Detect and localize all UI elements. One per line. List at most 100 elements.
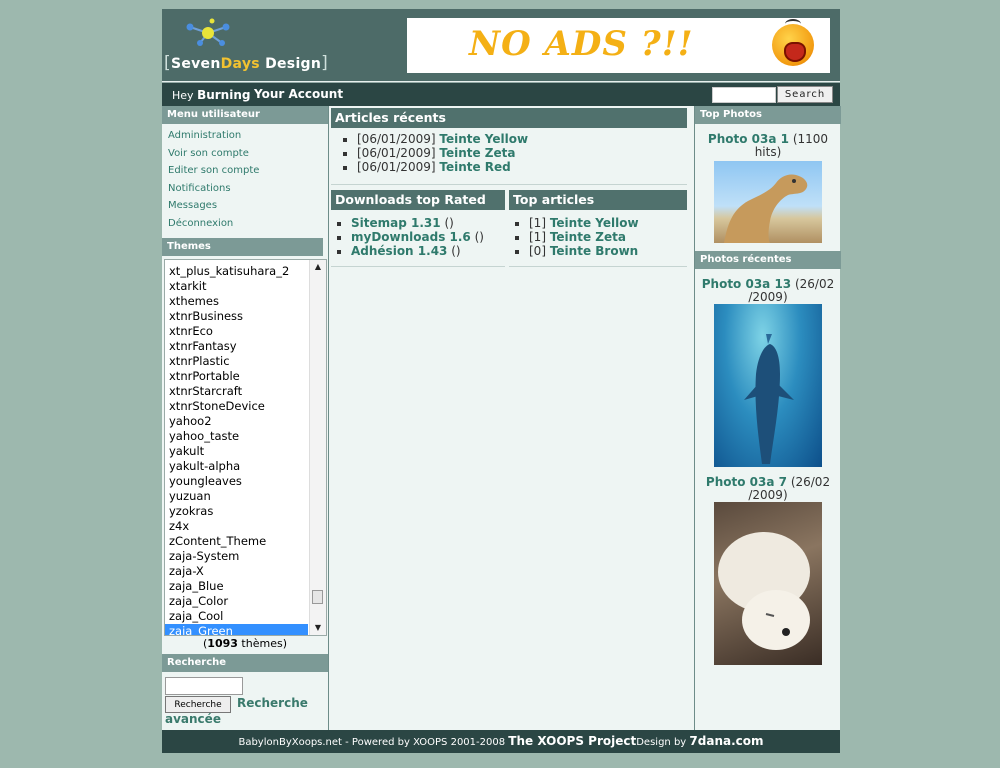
- list-item: [0] Teinte Brown: [529, 244, 687, 258]
- top-photos-title: Top Photos: [695, 106, 841, 124]
- dolphin-image: [744, 334, 794, 464]
- article-link[interactable]: Teinte Zeta: [550, 230, 626, 244]
- user-menu-title: Menu utilisateur: [162, 106, 328, 124]
- theme-option[interactable]: zContent_Theme: [165, 534, 308, 549]
- theme-option[interactable]: xtnrEco: [165, 324, 308, 339]
- user-menu: Administration Voir son compte Editer so…: [162, 124, 328, 235]
- menu-item-messages[interactable]: Messages: [168, 197, 328, 215]
- theme-option[interactable]: zaja_Cool: [165, 609, 308, 624]
- download-link[interactable]: Sitemap 1.31: [351, 216, 441, 230]
- theme-option[interactable]: xtnrStoneDevice: [165, 399, 308, 414]
- photo-caption: Photo 03a 13 (26/02 /2009): [701, 277, 835, 304]
- themes-listbox[interactable]: xt_plus_katisuhara_2 xtarkit xthemes xtn…: [164, 259, 327, 636]
- download-link[interactable]: Adhésion 1.43: [351, 244, 447, 258]
- scrollbar-thumb[interactable]: [312, 590, 323, 604]
- photo-caption: Photo 03a 1 (1100 hits): [707, 132, 829, 159]
- theme-option[interactable]: xtnrPortable: [165, 369, 308, 384]
- article-link[interactable]: Teinte Red: [439, 160, 510, 174]
- site-logo[interactable]: [SevenDays Design]: [164, 18, 344, 75]
- themes-scrollbar[interactable]: ▲ ▼: [309, 260, 326, 635]
- camel-image: [724, 174, 808, 243]
- center-column: Articles récents [06/01/2009] Teinte Yel…: [329, 106, 694, 730]
- photo-caption: Photo 03a 7 (26/02 /2009): [705, 475, 831, 502]
- themes-count: (1093 thèmes): [203, 637, 287, 650]
- theme-option[interactable]: xtnrPlastic: [165, 354, 308, 369]
- logo-text: [SevenDays Design]: [164, 53, 329, 73]
- theme-option[interactable]: xtnrFantasy: [165, 339, 308, 354]
- your-account-link[interactable]: Your Account: [254, 87, 343, 101]
- menu-item-administration[interactable]: Administration: [168, 127, 328, 145]
- search-input[interactable]: [165, 677, 243, 695]
- list-item: [1] Teinte Zeta: [529, 230, 687, 244]
- list-item: [06/01/2009] Teinte Red: [357, 160, 687, 174]
- list-item: [1] Teinte Yellow: [529, 216, 687, 230]
- top-articles-list: [1] Teinte Yellow [1] Teinte Zeta [0] Te…: [509, 216, 687, 258]
- theme-option[interactable]: zaja-X: [165, 564, 308, 579]
- dolphin-photo[interactable]: [714, 304, 822, 467]
- menu-item-notifications[interactable]: Notifications: [168, 180, 328, 198]
- search-button[interactable]: Recherche: [165, 696, 231, 713]
- ad-banner[interactable]: NO ADS ?!!: [407, 18, 830, 73]
- theme-option[interactable]: yzokras: [165, 504, 308, 519]
- download-link[interactable]: myDownloads 1.6: [351, 230, 471, 244]
- top-articles-block: Top articles [1] Teinte Yellow [1] Teint…: [509, 190, 687, 267]
- menu-item-edit-account[interactable]: Editer son compte: [168, 162, 328, 180]
- list-item: Sitemap 1.31 (): [351, 216, 505, 230]
- recent-articles-block: Articles récents [06/01/2009] Teinte Yel…: [331, 108, 687, 185]
- photo-link[interactable]: Photo 03a 13: [702, 277, 791, 291]
- theme-option[interactable]: yahoo_taste: [165, 429, 308, 444]
- top-search-button[interactable]: Search: [777, 86, 833, 103]
- theme-option[interactable]: youngleaves: [165, 474, 308, 489]
- menu-item-logout[interactable]: Déconnexion: [168, 215, 328, 233]
- theme-option[interactable]: zaja-System: [165, 549, 308, 564]
- themes-list: xt_plus_katisuhara_2 xtarkit xthemes xtn…: [165, 264, 308, 635]
- downloads-top-rated-block: Downloads top Rated Sitemap 1.31 () myDo…: [331, 190, 505, 267]
- top-search-input[interactable]: [712, 87, 776, 103]
- designer-link[interactable]: 7dana.com: [689, 734, 763, 748]
- header: [SevenDays Design] NO ADS ?!!: [162, 9, 840, 82]
- photo-link[interactable]: Photo 03a 1: [708, 132, 789, 146]
- search-block-title: Recherche: [162, 654, 328, 672]
- article-link[interactable]: Teinte Zeta: [439, 146, 515, 160]
- article-link[interactable]: Teinte Yellow: [550, 216, 639, 230]
- polar-bear-photo[interactable]: [714, 502, 822, 665]
- footer: BabylonByXoops.net - Powered by XOOPS 20…: [162, 730, 840, 753]
- recent-articles-list: [06/01/2009] Teinte Yellow [06/01/2009] …: [331, 132, 687, 174]
- theme-option[interactable]: zaja_Blue: [165, 579, 308, 594]
- banner-text: NO ADS ?!!: [469, 24, 694, 64]
- top-navbar: Hey Burning Your Account Search: [162, 82, 840, 106]
- greeting: Hey Burning: [172, 88, 251, 102]
- theme-option[interactable]: yuzuan: [165, 489, 308, 504]
- camel-photo[interactable]: [714, 161, 822, 243]
- article-link[interactable]: Teinte Brown: [550, 244, 638, 258]
- left-sidebar: Menu utilisateur Administration Voir son…: [162, 106, 329, 730]
- screaming-face-icon: [772, 24, 814, 66]
- molecule-logo-icon: [186, 18, 230, 46]
- list-item: myDownloads 1.6 (): [351, 230, 505, 244]
- photo-link[interactable]: Photo 03a 7: [706, 475, 787, 489]
- downloads-top-rated-title: Downloads top Rated: [331, 190, 505, 210]
- theme-option[interactable]: xt_plus_katisuhara_2: [165, 264, 308, 279]
- polar-bear-image: [718, 532, 810, 650]
- list-item: [06/01/2009] Teinte Yellow: [357, 132, 687, 146]
- scroll-up-arrow-icon[interactable]: ▲: [310, 260, 326, 274]
- theme-option[interactable]: yakult-alpha: [165, 459, 308, 474]
- recent-photos-title: Photos récentes: [695, 251, 841, 269]
- username: Burning: [197, 88, 251, 102]
- theme-option[interactable]: xtnrStarcraft: [165, 384, 308, 399]
- theme-option[interactable]: z4x: [165, 519, 308, 534]
- themes-title: Themes: [162, 238, 323, 256]
- theme-option[interactable]: yakult: [165, 444, 308, 459]
- recent-articles-title: Articles récents: [331, 108, 687, 128]
- article-link[interactable]: Teinte Yellow: [439, 132, 528, 146]
- theme-option[interactable]: xthemes: [165, 294, 308, 309]
- theme-option[interactable]: zaja_Color: [165, 594, 308, 609]
- menu-item-view-account[interactable]: Voir son compte: [168, 145, 328, 163]
- scroll-down-arrow-icon[interactable]: ▼: [310, 621, 326, 635]
- list-item: [06/01/2009] Teinte Zeta: [357, 146, 687, 160]
- theme-option[interactable]: yahoo2: [165, 414, 308, 429]
- theme-option-selected[interactable]: zaja_Green: [165, 624, 308, 635]
- xoops-project-link[interactable]: The XOOPS Project: [508, 734, 636, 748]
- theme-option[interactable]: xtnrBusiness: [165, 309, 308, 324]
- theme-option[interactable]: xtarkit: [165, 279, 308, 294]
